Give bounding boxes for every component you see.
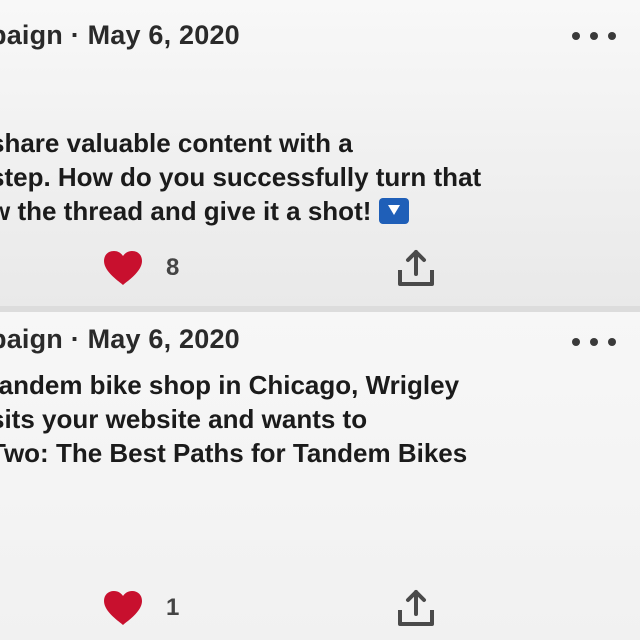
dot bbox=[608, 338, 616, 346]
share-icon[interactable] bbox=[392, 586, 440, 630]
post-line: sits your website and wants to bbox=[0, 404, 368, 434]
share-icon[interactable] bbox=[392, 246, 440, 290]
dot bbox=[572, 338, 580, 346]
post-line: step. How do you successfully turn that bbox=[0, 162, 482, 192]
dot bbox=[608, 32, 616, 40]
feed-page: paign · May 6, 2020 share valuable conte… bbox=[0, 0, 640, 640]
heart-icon bbox=[104, 591, 142, 625]
dot bbox=[590, 338, 598, 346]
post-line: share valuable content with a bbox=[0, 128, 353, 158]
dot bbox=[572, 32, 580, 40]
post-card: paign · May 6, 2020 share valuable conte… bbox=[0, 0, 640, 306]
down-arrow-emoji-icon bbox=[379, 198, 410, 224]
like-button[interactable]: 8 bbox=[100, 248, 179, 288]
heart-icon bbox=[104, 251, 142, 285]
like-button[interactable]: 1 bbox=[100, 588, 179, 628]
post-line: w the thread and give it a shot! bbox=[0, 196, 372, 226]
like-count: 8 bbox=[166, 254, 180, 281]
post-actions: 1 bbox=[0, 582, 640, 634]
post-body: share valuable content with a step. How … bbox=[0, 126, 481, 228]
post-actions: 8 bbox=[0, 242, 640, 294]
post-line-with-emoji: w the thread and give it a shot! bbox=[0, 194, 481, 228]
like-count: 1 bbox=[166, 594, 180, 621]
post-meta: paign · May 6, 2020 bbox=[0, 324, 240, 354]
post-body: tandem bike shop in Chicago, Wrigley sit… bbox=[0, 368, 467, 470]
post-line: Two: The Best Paths for Tandem Bikes bbox=[0, 438, 468, 468]
post-line: tandem bike shop in Chicago, Wrigley bbox=[0, 370, 460, 400]
dot bbox=[590, 32, 598, 40]
post-card: paign · May 6, 2020 tandem bike shop in … bbox=[0, 312, 640, 640]
more-options-icon[interactable] bbox=[572, 26, 616, 46]
more-options-icon[interactable] bbox=[572, 332, 616, 352]
post-meta: paign · May 6, 2020 bbox=[0, 20, 240, 50]
